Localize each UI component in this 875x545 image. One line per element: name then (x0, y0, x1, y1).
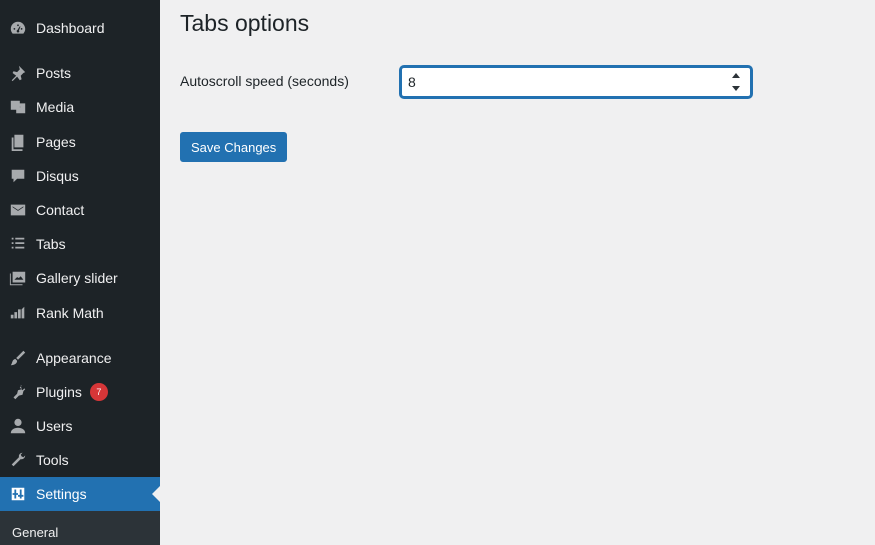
sidebar-item-dashboard[interactable]: Dashboard (0, 11, 160, 45)
spinner-down-icon[interactable] (732, 86, 740, 91)
sidebar-item-label: Settings (36, 486, 87, 502)
sidebar-item-disqus[interactable]: Disqus (0, 159, 160, 193)
dashboard-icon (8, 18, 28, 38)
submenu-item-general[interactable]: General (12, 525, 58, 540)
envelope-icon (8, 200, 28, 220)
chart-icon (8, 303, 28, 323)
sidebar-item-label: Pages (36, 134, 76, 150)
sidebar-item-users[interactable]: Users (0, 409, 160, 443)
list-icon (8, 234, 28, 254)
sidebar-item-posts[interactable]: Posts (0, 56, 160, 90)
sidebar-item-contact[interactable]: Contact (0, 193, 160, 227)
spinner-up-icon[interactable] (732, 73, 740, 78)
autoscroll-speed-input[interactable] (408, 72, 718, 92)
sidebar-item-label: Plugins (36, 384, 82, 400)
pages-icon (8, 132, 28, 152)
sidebar-item-label: Tools (36, 452, 69, 468)
sidebar-item-gallery-slider[interactable]: Gallery slider (0, 261, 160, 295)
sidebar-item-label: Tabs (36, 236, 66, 252)
autoscroll-speed-field[interactable] (400, 66, 752, 98)
sidebar-item-label: Appearance (36, 350, 112, 366)
sidebar-item-label: Media (36, 99, 75, 115)
plug-icon (8, 382, 28, 402)
sidebar-item-label: Gallery slider (36, 270, 118, 286)
sidebar-item-settings[interactable]: Settings (0, 477, 160, 511)
wrench-icon (8, 450, 28, 470)
sidebar-item-label: Disqus (36, 168, 79, 184)
settings-icon (8, 484, 28, 504)
sidebar-item-label: Rank Math (36, 305, 104, 321)
sidebar-item-media[interactable]: Media (0, 90, 160, 124)
sidebar-item-label: Contact (36, 202, 85, 218)
sidebar-item-appearance[interactable]: Appearance (0, 341, 160, 375)
sidebar-item-tools[interactable]: Tools (0, 443, 160, 477)
pin-icon (8, 63, 28, 83)
sidebar-item-plugins[interactable]: Plugins 7 (0, 375, 160, 409)
save-changes-button[interactable]: Save Changes (180, 132, 288, 162)
sidebar-item-tabs[interactable]: Tabs (0, 227, 160, 261)
plugins-update-badge: 7 (89, 383, 108, 401)
sidebar-item-label: Dashboard (36, 20, 105, 36)
autoscroll-speed-label: Autoscroll speed (seconds) (180, 73, 349, 89)
page-title: Tabs options (180, 10, 310, 36)
settings-submenu: General (0, 511, 160, 545)
sidebar-item-label: Users (36, 418, 73, 434)
gallery-icon (8, 268, 28, 288)
sidebar-item-pages[interactable]: Pages (0, 125, 160, 159)
sidebar-item-rank-math[interactable]: Rank Math (0, 296, 160, 330)
sidebar-item-label: Posts (36, 65, 72, 81)
user-icon (8, 416, 28, 436)
admin-sidebar: Dashboard Posts Media Pages Disqus Conta… (0, 0, 160, 545)
media-icon (8, 97, 28, 117)
number-spinner[interactable] (730, 71, 742, 93)
brush-icon (8, 348, 28, 368)
comment-icon (8, 166, 28, 186)
